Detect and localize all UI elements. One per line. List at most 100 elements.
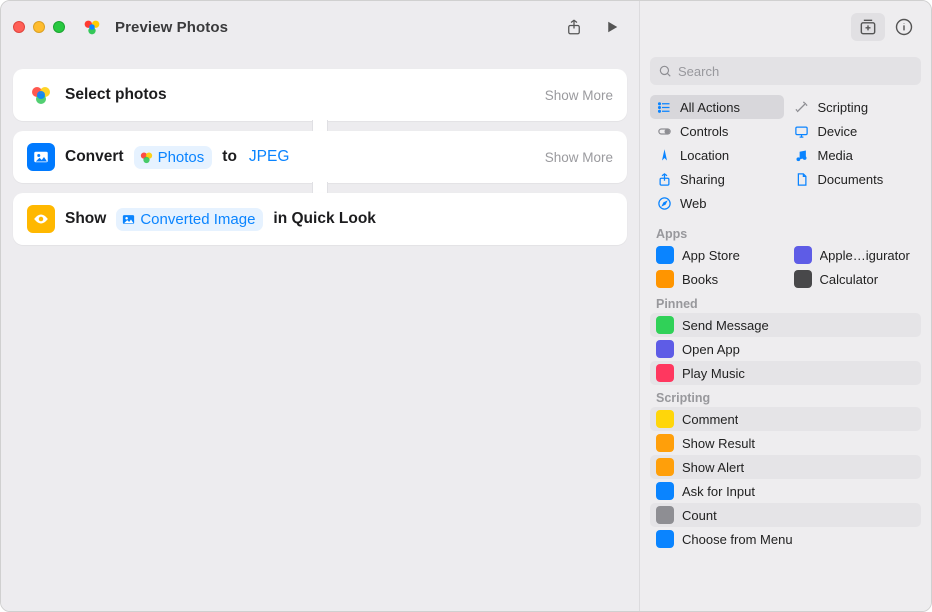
info-button[interactable] [887, 13, 921, 41]
apps-list: App Store Apple…igurator Books Calculator [640, 243, 931, 291]
workflow-actions: Select photos Show More Convert [1, 53, 639, 611]
action-icon [656, 340, 674, 358]
image-icon [27, 143, 55, 171]
category-label: Scripting [818, 100, 869, 115]
sidebar-toolbar [640, 1, 931, 53]
action-verb: Show [65, 210, 106, 228]
category-list: All Actions Scripting Controls Device Locati… [640, 93, 931, 221]
category-label: Documents [818, 172, 884, 187]
action-select-photos[interactable]: Select photos Show More [13, 69, 627, 121]
app-icon [794, 246, 812, 264]
list-icon [656, 99, 672, 115]
page-title: Preview Photos [115, 19, 228, 36]
category-label: Location [680, 148, 729, 163]
action-label: Send Message [682, 318, 769, 333]
action-label: Comment [682, 412, 738, 427]
app-window: Preview Photos [0, 0, 932, 612]
action-icon [656, 364, 674, 382]
search-field[interactable] [650, 57, 921, 85]
app-calculator[interactable]: Calculator [788, 267, 922, 291]
category-documents[interactable]: Documents [788, 167, 922, 191]
output-format[interactable]: JPEG [247, 146, 291, 168]
action-icon [656, 410, 674, 428]
library-sidebar: All Actions Scripting Controls Device Locati… [639, 1, 931, 611]
show-more-button[interactable]: Show More [545, 88, 613, 103]
action-mid: to [222, 148, 237, 166]
action-icon [656, 316, 674, 334]
safari-icon [656, 195, 672, 211]
pinned-play-music[interactable]: Play Music [650, 361, 921, 385]
section-scripting-label: Scripting [640, 385, 931, 407]
category-label: All Actions [680, 100, 740, 115]
photos-mini-icon [139, 150, 154, 165]
app-books[interactable]: Books [650, 267, 784, 291]
app-app-store[interactable]: App Store [650, 243, 784, 267]
scripting-comment[interactable]: Comment [650, 407, 921, 431]
app-icon [794, 270, 812, 288]
app-label: Books [682, 272, 718, 287]
category-location[interactable]: Location [650, 143, 784, 167]
scripting-count[interactable]: Count [650, 503, 921, 527]
photos-app-icon [27, 81, 55, 109]
close-button[interactable] [13, 21, 25, 33]
token-label: Converted Image [140, 211, 255, 228]
action-convert[interactable]: Convert Photos to JPEG Show More [13, 131, 627, 183]
input-token-converted[interactable]: Converted Image [116, 208, 263, 231]
category-scripting[interactable]: Scripting [788, 95, 922, 119]
scripting-ask-for-input[interactable]: Ask for Input [650, 479, 921, 503]
workflow-pane: Preview Photos [1, 1, 639, 611]
category-media[interactable]: Media [788, 143, 922, 167]
connector [13, 121, 627, 131]
scripting-show-result[interactable]: Show Result [650, 431, 921, 455]
titlebar: Preview Photos [1, 1, 639, 53]
action-icon [656, 506, 674, 524]
scripting-list: Comment Show Result Show Alert Ask for Inpu… [640, 407, 931, 551]
category-label: Sharing [680, 172, 725, 187]
search-icon [658, 64, 672, 78]
action-label: Select photos [65, 86, 167, 104]
minimize-button[interactable] [33, 21, 45, 33]
show-more-button[interactable]: Show More [545, 150, 613, 165]
action-label: Choose from Menu [682, 532, 793, 547]
category-label: Media [818, 148, 853, 163]
category-label: Device [818, 124, 858, 139]
category-all-actions[interactable]: All Actions [650, 95, 784, 119]
app-label: Apple…igurator [820, 248, 910, 263]
note-icon [794, 147, 810, 163]
section-pinned-label: Pinned [640, 291, 931, 313]
input-token-photos[interactable]: Photos [134, 146, 213, 169]
search-input[interactable] [678, 64, 913, 79]
app-icon [656, 246, 674, 264]
window-controls [13, 21, 65, 33]
action-label: Show Result [682, 436, 755, 451]
action-label: Show Alert [682, 460, 744, 475]
action-icon [656, 434, 674, 452]
action-show-quicklook[interactable]: Show Converted Image in Quick Look [13, 193, 627, 245]
scripting-show-alert[interactable]: Show Alert [650, 455, 921, 479]
category-controls[interactable]: Controls [650, 119, 784, 143]
app-label: App Store [682, 248, 740, 263]
action-label: Play Music [682, 366, 745, 381]
action-verb: Convert [65, 148, 124, 166]
share-icon [656, 171, 672, 187]
doc-icon [794, 171, 810, 187]
library-toggle-button[interactable] [851, 13, 885, 41]
category-web[interactable]: Web [650, 191, 784, 215]
scripting-choose-from-menu[interactable]: Choose from Menu [650, 527, 921, 551]
app-label: Calculator [820, 272, 879, 287]
zoom-button[interactable] [53, 21, 65, 33]
category-label: Controls [680, 124, 728, 139]
run-button[interactable] [597, 13, 627, 41]
app-apple-igurator[interactable]: Apple…igurator [788, 243, 922, 267]
pinned-send-message[interactable]: Send Message [650, 313, 921, 337]
action-icon [656, 530, 674, 548]
token-label: Photos [158, 149, 205, 166]
category-sharing[interactable]: Sharing [650, 167, 784, 191]
action-icon [656, 482, 674, 500]
pinned-open-app[interactable]: Open App [650, 337, 921, 361]
action-icon [656, 458, 674, 476]
action-label: Ask for Input [682, 484, 755, 499]
connector [13, 183, 627, 193]
share-button[interactable] [559, 13, 589, 41]
category-device[interactable]: Device [788, 119, 922, 143]
